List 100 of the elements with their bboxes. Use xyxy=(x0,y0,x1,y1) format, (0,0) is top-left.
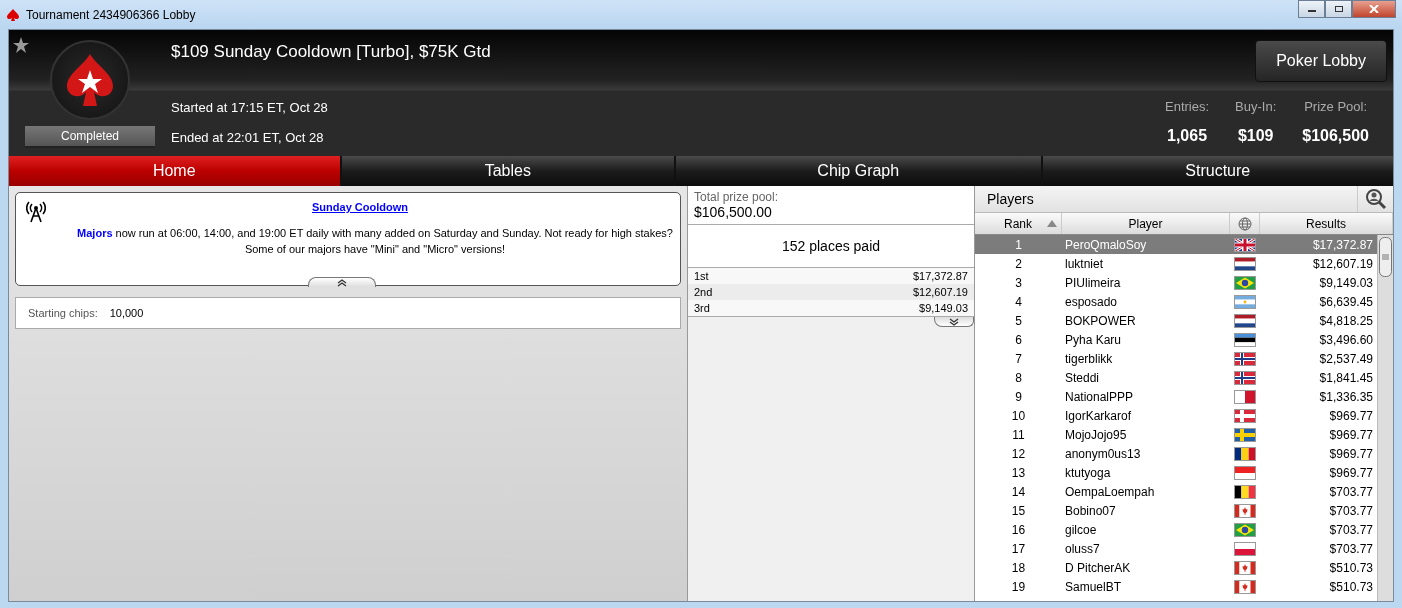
expand-button[interactable] xyxy=(934,317,974,327)
stat-value: 1,065 xyxy=(1167,127,1208,146)
player-name: anonym0us13 xyxy=(1064,446,1142,461)
tab[interactable]: Structure xyxy=(1042,156,1393,186)
player-name: SamuelBT xyxy=(1064,579,1123,594)
tournament-title: $109 Sunday Cooldown [Turbo], $75K Gtd xyxy=(171,42,491,62)
prize-place: 1st xyxy=(694,270,709,282)
places-paid: 152 places paid xyxy=(688,225,974,268)
flag-icon xyxy=(1234,522,1256,537)
result-cell-text: $4,818.25 xyxy=(1318,313,1374,328)
rank-cell-text: 2 xyxy=(1014,256,1023,271)
player-name: ktutyoga xyxy=(1064,465,1112,480)
result-cell-text: $969.77 xyxy=(1328,465,1374,480)
rank-cell-text: 10 xyxy=(1010,408,1027,423)
rank-cell-text: 7 xyxy=(1014,351,1023,366)
result-cell-text: $969.77 xyxy=(1328,408,1374,423)
collapse-button[interactable] xyxy=(308,277,376,287)
chevron-up-icon xyxy=(337,278,347,287)
rank-cell-text: 14 xyxy=(1010,484,1027,499)
flag-icon xyxy=(1234,389,1256,404)
result-cell-text: $703.77 xyxy=(1328,522,1374,537)
prize-pool-total: $106,500.00 xyxy=(694,204,773,220)
tab[interactable]: Chip Graph xyxy=(676,156,1041,186)
minimize-button[interactable] xyxy=(1298,0,1325,18)
prize-amount: $9,149.03 xyxy=(919,302,968,314)
player-name: MojoJojo95 xyxy=(1064,427,1128,442)
column-header[interactable]: Rank xyxy=(975,213,1062,234)
result-cell-text: $510.73 xyxy=(1328,560,1374,575)
flag-icon xyxy=(1234,427,1256,442)
prize-place: 2nd xyxy=(694,286,713,298)
stat-label: Prize Pool: xyxy=(1304,98,1368,114)
player-name: esposado xyxy=(1064,294,1119,309)
result-cell-text: $703.77 xyxy=(1328,541,1374,556)
rank-cell-text: 8 xyxy=(1014,370,1023,385)
tab[interactable]: Home xyxy=(9,156,340,186)
column-header[interactable]: Results xyxy=(1260,213,1393,234)
player-name: tigerblikk xyxy=(1064,351,1114,366)
stat-value: $109 xyxy=(1237,127,1274,146)
selected-row[interactable]: 1 PeroQmaloSoy $17,372.87 xyxy=(975,235,1377,254)
news-title-link[interactable]: Sunday Cooldown xyxy=(312,201,408,213)
player-name: OempaLoempah xyxy=(1064,484,1156,499)
starting-chips-value: 10,000 xyxy=(109,307,144,319)
flag-icon xyxy=(1234,275,1256,290)
prize-pool-label: Total prize pool: xyxy=(694,190,780,204)
rank-cell-text: 4 xyxy=(1014,294,1023,309)
rank-cell-text: 6 xyxy=(1014,332,1023,347)
stat-label: Entries: xyxy=(1165,98,1210,114)
player-name: NationalPPP xyxy=(1064,389,1135,404)
poker-lobby-button[interactable]: Poker Lobby xyxy=(1255,40,1387,82)
flag-icon xyxy=(1234,256,1256,271)
flag-icon xyxy=(1234,560,1256,575)
player-name: luktniet xyxy=(1064,256,1105,271)
flag-icon xyxy=(1234,465,1256,480)
tab[interactable]: Tables xyxy=(341,156,675,186)
flag-icon xyxy=(1234,351,1256,366)
antenna-icon xyxy=(26,201,46,223)
rank-cell-text: 16 xyxy=(1010,522,1027,537)
close-icon xyxy=(1369,5,1379,13)
player-name: Bobino07 xyxy=(1064,503,1117,518)
maximize-icon xyxy=(1333,5,1344,13)
result-cell-text: $703.77 xyxy=(1328,503,1374,518)
spade-icon xyxy=(6,7,20,22)
result-cell-text: $969.77 xyxy=(1328,446,1374,461)
flag-icon xyxy=(1234,503,1256,518)
flag-icon xyxy=(1234,237,1256,252)
maximize-button[interactable] xyxy=(1325,0,1352,18)
result-cell-text: $9,149.03 xyxy=(1318,275,1374,290)
flag-icon xyxy=(1234,484,1256,499)
flag-icon xyxy=(1234,313,1256,328)
flag-icon xyxy=(1234,294,1256,309)
spade-star-icon xyxy=(65,52,115,108)
chevron-down-icon xyxy=(949,317,959,326)
end-time: Ended at 22:01 ET, Oct 28 xyxy=(171,129,325,145)
prize-amount: $12,607.19 xyxy=(912,286,968,298)
close-button[interactable] xyxy=(1352,0,1396,18)
rank-cell-text: 3 xyxy=(1014,275,1023,290)
rank-cell-text: 13 xyxy=(1010,465,1027,480)
rank-cell-text: 5 xyxy=(1014,313,1023,328)
rank-cell-text: 17 xyxy=(1010,541,1027,556)
player-name: IgorKarkarof xyxy=(1064,408,1133,423)
star-icon[interactable] xyxy=(12,36,30,54)
player-name: oluss7 xyxy=(1064,541,1101,556)
player-name: PIUlimeira xyxy=(1064,275,1122,290)
rank-cell-text: 1 xyxy=(1014,237,1023,252)
search-icon xyxy=(1364,188,1387,210)
flag-icon xyxy=(1234,370,1256,385)
result-cell-text: $703.77 xyxy=(1328,484,1374,499)
globe-icon xyxy=(1237,216,1252,231)
player-name: D PitcherAK xyxy=(1064,560,1132,575)
flag-icon xyxy=(1234,579,1256,594)
rank-cell-text: 9 xyxy=(1014,389,1023,404)
player-name: Pyha Karu xyxy=(1064,332,1123,347)
player-name: BOKPOWER xyxy=(1064,313,1137,328)
stat-label: Buy-In: xyxy=(1235,98,1277,114)
prize-place: 3rd xyxy=(694,302,710,314)
flag-icon xyxy=(1234,408,1256,423)
result-cell-text: $12,607.19 xyxy=(1311,256,1374,271)
news-text: Majors now run at 06:00, 14:00, and 19:00 ET daily with many added on Saturday and Sunday. Not ready for high stakes? Some of our majors have "Mini" and "Micro" versions! xyxy=(76,226,674,257)
player-name: Steddi xyxy=(1064,370,1101,385)
column-header[interactable]: Player xyxy=(1062,213,1230,234)
